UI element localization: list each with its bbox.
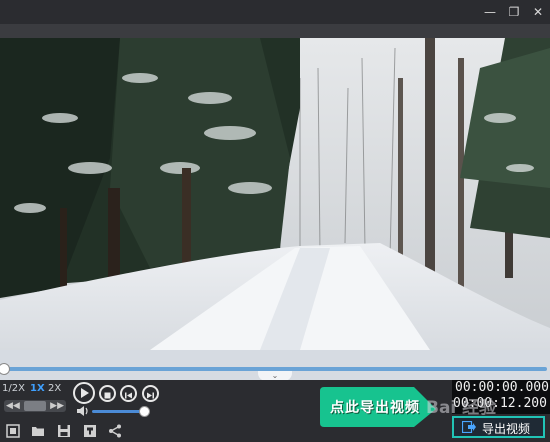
play-icon[interactable] [73, 382, 95, 404]
video-preview[interactable] [0, 38, 550, 350]
speaker-icon[interactable] [76, 405, 90, 417]
export-video-label: 导出视频 [482, 422, 531, 436]
annotation-banner-text: 点此导出视频 [330, 400, 420, 416]
speed-slider[interactable]: ◀◀ ▶▶ [4, 400, 66, 412]
restore-icon[interactable]: ❐ [506, 4, 522, 20]
close-icon[interactable]: ✕ [530, 4, 546, 20]
save-icon[interactable] [57, 424, 71, 438]
slower-icon[interactable]: ◀◀ [6, 400, 20, 412]
export-video-button[interactable]: 导出视频 [452, 416, 545, 438]
volume-slider-thumb[interactable] [138, 406, 150, 417]
title-bar: — ❐ ✕ [0, 0, 550, 24]
open-folder-icon[interactable] [31, 424, 45, 438]
video-frame-image [0, 38, 550, 350]
faster-icon[interactable]: ▶▶ [50, 400, 64, 412]
stop-icon[interactable] [99, 385, 116, 402]
watermark: Bai 经验 [426, 398, 497, 418]
previous-frame-icon[interactable] [120, 385, 137, 402]
share-icon[interactable] [108, 424, 122, 438]
next-frame-icon[interactable] [142, 385, 159, 402]
speed-half-option[interactable]: 1/2X [2, 383, 25, 394]
progress-handle[interactable] [0, 363, 10, 375]
export-icon [462, 421, 476, 433]
minimize-icon[interactable]: — [482, 4, 498, 20]
speed-normal-option[interactable]: 1X [30, 383, 45, 394]
clip-icon[interactable] [6, 424, 20, 438]
snapshot-icon[interactable] [83, 424, 97, 438]
menu-strip [0, 24, 550, 38]
speed-double-option[interactable]: 2X [48, 383, 61, 394]
speed-slider-thumb[interactable] [24, 401, 46, 411]
